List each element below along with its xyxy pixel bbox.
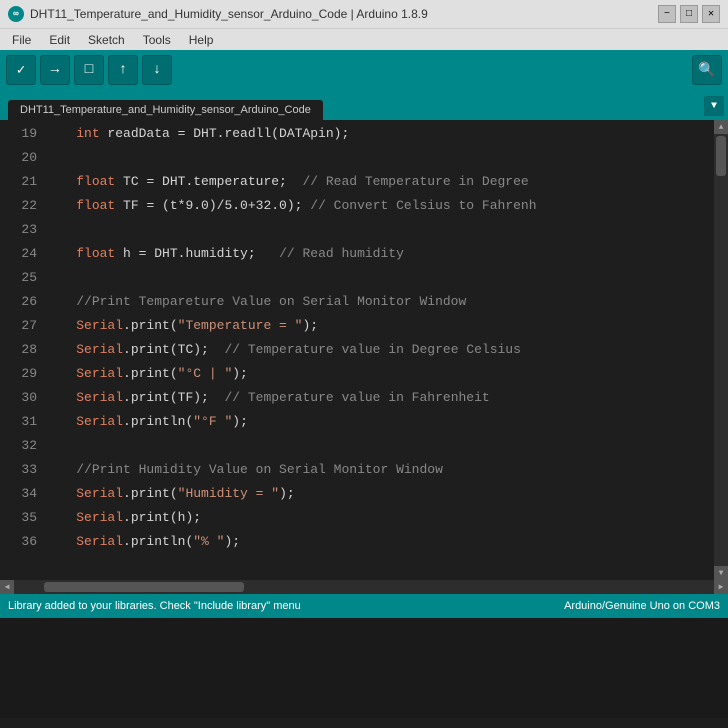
line-num-19: 19 [0,122,37,146]
code-line-26: //Print Tempareture Value on Serial Moni… [45,290,714,314]
code-line-28: Serial.print(TC); // Temperature value i… [45,338,714,362]
menu-edit[interactable]: Edit [41,31,78,49]
line-num-31: 31 [0,410,37,434]
code-line-20 [45,146,714,170]
code-line-32 [45,434,714,458]
line-num-36: 36 [0,530,37,554]
line-num-33: 33 [0,458,37,482]
vertical-scrollbar[interactable]: ▲ ▼ [714,120,728,580]
line-num-21: 21 [0,170,37,194]
code-line-34: Serial.print("Humidity = "); [45,482,714,506]
code-line-31: Serial.println("°F "); [45,410,714,434]
line-num-30: 30 [0,386,37,410]
menu-bar: File Edit Sketch Tools Help [0,28,728,50]
minimize-button[interactable]: − [658,5,676,23]
menu-tools[interactable]: Tools [135,31,179,49]
h-scroll-track[interactable] [14,580,714,594]
tab-dropdown-button[interactable]: ▼ [704,96,724,116]
menu-file[interactable]: File [4,31,39,49]
code-line-33: //Print Humidity Value on Serial Monitor… [45,458,714,482]
toolbar: ✓ → □ ↑ ↓ 🔍 [0,50,728,90]
bottom-panel [0,618,728,718]
line-num-23: 23 [0,218,37,242]
window-title: DHT11_Temperature_and_Humidity_sensor_Ar… [30,7,652,21]
new-button[interactable]: □ [74,55,104,85]
line-num-20: 20 [0,146,37,170]
code-line-35: Serial.print(h); [45,506,714,530]
code-line-23 [45,218,714,242]
status-bar: Library added to your libraries. Check "… [0,594,728,618]
scroll-up-button[interactable]: ▲ [714,120,728,134]
board-info: Arduino/Genuine Uno on COM3 [564,600,720,612]
menu-sketch[interactable]: Sketch [80,31,133,49]
scroll-track[interactable] [714,134,728,566]
title-bar: ∞ DHT11_Temperature_and_Humidity_sensor_… [0,0,728,28]
line-num-28: 28 [0,338,37,362]
h-scroll-thumb[interactable] [44,582,244,592]
line-num-22: 22 [0,194,37,218]
upload-button[interactable]: → [40,55,70,85]
save-button[interactable]: ↓ [142,55,172,85]
scroll-down-button[interactable]: ▼ [714,566,728,580]
horizontal-scrollbar[interactable]: ◀ ▶ [0,580,728,594]
code-line-29: Serial.print("°C | "); [45,362,714,386]
close-button[interactable]: ✕ [702,5,720,23]
tab-label: DHT11_Temperature_and_Humidity_sensor_Ar… [20,104,311,116]
status-message: Library added to your libraries. Check "… [8,600,301,612]
scroll-thumb[interactable] [716,136,726,176]
line-num-34: 34 [0,482,37,506]
app-logo: ∞ [8,6,24,22]
line-num-29: 29 [0,362,37,386]
code-line-27: Serial.print("Temperature = "); [45,314,714,338]
code-line-36: Serial.println("% "); [45,530,714,554]
line-num-27: 27 [0,314,37,338]
code-line-24: float h = DHT.humidity; // Read humidity [45,242,714,266]
code-line-25 [45,266,714,290]
scroll-left-button[interactable]: ◀ [0,580,14,594]
line-num-25: 25 [0,266,37,290]
code-editor[interactable]: int readData = DHT.readll(DATApin); floa… [45,120,714,580]
line-num-24: 24 [0,242,37,266]
line-numbers: 19 20 21 22 23 24 25 26 27 28 29 30 31 3… [0,120,45,580]
line-num-26: 26 [0,290,37,314]
tab-bar: DHT11_Temperature_and_Humidity_sensor_Ar… [0,90,728,120]
line-num-32: 32 [0,434,37,458]
scroll-right-button[interactable]: ▶ [714,580,728,594]
verify-button[interactable]: ✓ [6,55,36,85]
window-controls: − □ ✕ [658,5,720,23]
code-area: 19 20 21 22 23 24 25 26 27 28 29 30 31 3… [0,120,728,580]
code-line-30: Serial.print(TF); // Temperature value i… [45,386,714,410]
code-line-21: float TC = DHT.temperature; // Read Temp… [45,170,714,194]
search-button[interactable]: 🔍 [692,55,722,85]
maximize-button[interactable]: □ [680,5,698,23]
open-button[interactable]: ↑ [108,55,138,85]
line-num-35: 35 [0,506,37,530]
active-tab[interactable]: DHT11_Temperature_and_Humidity_sensor_Ar… [8,100,323,120]
menu-help[interactable]: Help [181,31,222,49]
code-line-19: int readData = DHT.readll(DATApin); [45,122,714,146]
code-line-22: float TF = (t*9.0)/5.0+32.0); // Convert… [45,194,714,218]
